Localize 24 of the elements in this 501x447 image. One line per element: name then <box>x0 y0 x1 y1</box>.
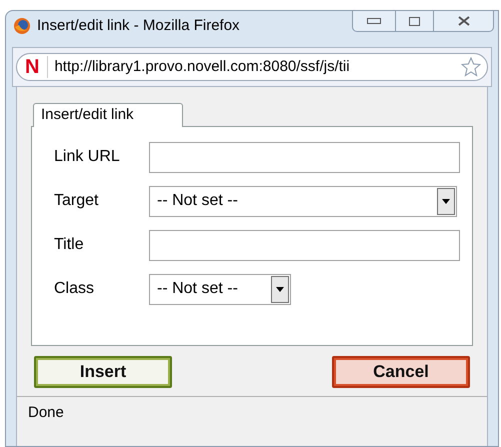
browser-logo-icon <box>13 17 31 35</box>
dropdown[interactable]: -- Not set -- <box>149 274 291 304</box>
field-label: Link URL <box>54 147 121 167</box>
dropdown[interactable]: -- Not set -- <box>149 186 457 216</box>
field-label: Class <box>54 279 96 299</box>
minimize-button[interactable] <box>352 11 396 32</box>
star-icon[interactable] <box>461 57 481 77</box>
maximize-button[interactable] <box>396 11 434 32</box>
input-field[interactable] <box>149 230 460 260</box>
field-label: Target <box>54 191 100 211</box>
field-label: Title <box>54 235 85 255</box>
window-title: Insert/edit link - Mozilla Firefox <box>37 16 240 36</box>
address-bar[interactable]: N http://library1.provo.novell.com:8080/ssf/js/tii <box>16 53 488 81</box>
site-logo-icon: N <box>25 57 40 77</box>
close-icon <box>456 16 470 26</box>
input-field[interactable] <box>149 142 460 172</box>
maximize-icon <box>409 16 420 26</box>
minimize-icon <box>367 18 381 24</box>
cancel-button[interactable]: Cancel <box>332 356 470 388</box>
insert-button[interactable]: Insert <box>34 356 172 388</box>
url-text: http://library1.provo.novell.com:8080/ssf/js/tii <box>47 56 350 78</box>
close-button[interactable] <box>434 11 494 32</box>
status-bar: Done <box>17 396 487 429</box>
tab[interactable]: Insert/edit link <box>33 103 183 127</box>
